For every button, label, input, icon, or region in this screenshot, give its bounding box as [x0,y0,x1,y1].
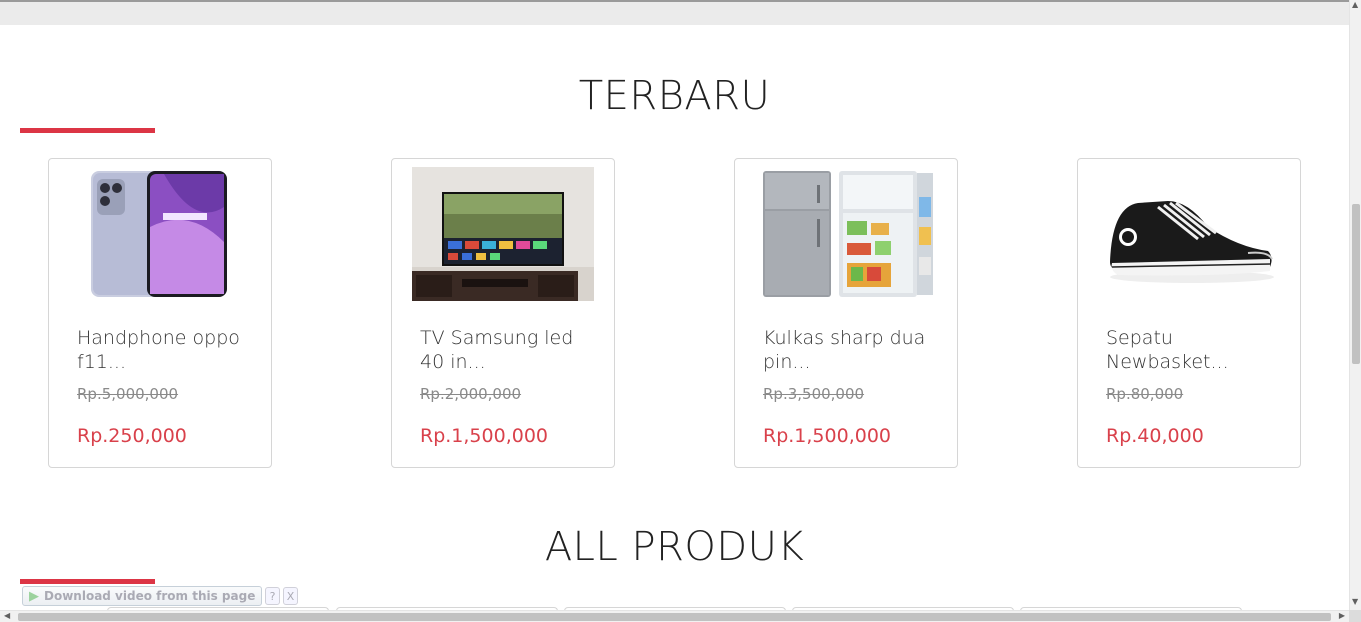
scroll-down-arrow-icon[interactable]: ▼ [1352,597,1358,606]
product-old-price: Rp.5,000,000 [77,385,179,403]
section-accent-bar [20,579,155,584]
horizontal-scroll-thumb[interactable] [18,613,1331,621]
vertical-scroll-thumb[interactable] [1352,204,1360,364]
product-old-price: Rp.3,500,000 [763,385,865,403]
product-name[interactable]: Sepatu Newbasket... [1106,326,1286,374]
product-name[interactable]: Handphone oppo f11... [77,326,257,374]
scroll-left-arrow-icon[interactable]: ◀ [4,611,10,620]
page-viewport: TERBARU Handphone oppo f11... Rp.5,000,0… [0,0,1361,622]
product-card[interactable]: TV Samsung led 40 in... Rp.2,000,000 Rp.… [391,158,615,468]
product-image[interactable] [755,167,937,301]
horizontal-scrollbar[interactable]: ◀ ▶ [0,610,1349,622]
product-price: Rp.40,000 [1106,425,1204,447]
product-image[interactable] [1098,167,1280,301]
top-header-strip [0,0,1349,25]
scrollbar-corner [1349,610,1361,622]
product-card[interactable]: Sepatu Newbasket... Rp.80,000 Rp.40,000 [1077,158,1301,468]
product-price: Rp.1,500,000 [763,425,891,447]
product-price: Rp.1,500,000 [420,425,548,447]
download-video-button[interactable]: ▶ Download video from this page [22,586,262,606]
download-video-toolbar: ▶ Download video from this page ? X [22,585,298,607]
download-video-label: Download video from this page [44,589,256,603]
product-image[interactable] [412,167,594,301]
scroll-up-arrow-icon[interactable]: ▲ [1352,0,1358,9]
play-icon: ▶ [29,588,39,604]
product-card[interactable]: Kulkas sharp dua pin... Rp.3,500,000 Rp.… [734,158,958,468]
smartphone-image [69,167,251,301]
scroll-right-arrow-icon[interactable]: ▶ [1339,611,1345,620]
sneaker-image [1098,167,1280,301]
product-card[interactable]: Handphone oppo f11... Rp.5,000,000 Rp.25… [48,158,272,468]
product-price: Rp.250,000 [77,425,187,447]
product-name[interactable]: Kulkas sharp dua pin... [763,326,943,374]
section-title-all-produk: ALL PRODUK [544,524,805,570]
close-button[interactable]: X [283,587,298,605]
help-button[interactable]: ? [265,587,280,605]
section-title-terbaru: TERBARU [578,73,771,119]
vertical-scrollbar[interactable]: ▲ ▼ [1349,0,1361,610]
tv-image [412,167,594,301]
product-name[interactable]: TV Samsung led 40 in... [420,326,600,374]
product-old-price: Rp.80,000 [1106,385,1184,403]
section-accent-bar [20,128,155,133]
product-image[interactable] [69,167,251,301]
refrigerator-image [755,167,937,301]
product-old-price: Rp.2,000,000 [420,385,522,403]
